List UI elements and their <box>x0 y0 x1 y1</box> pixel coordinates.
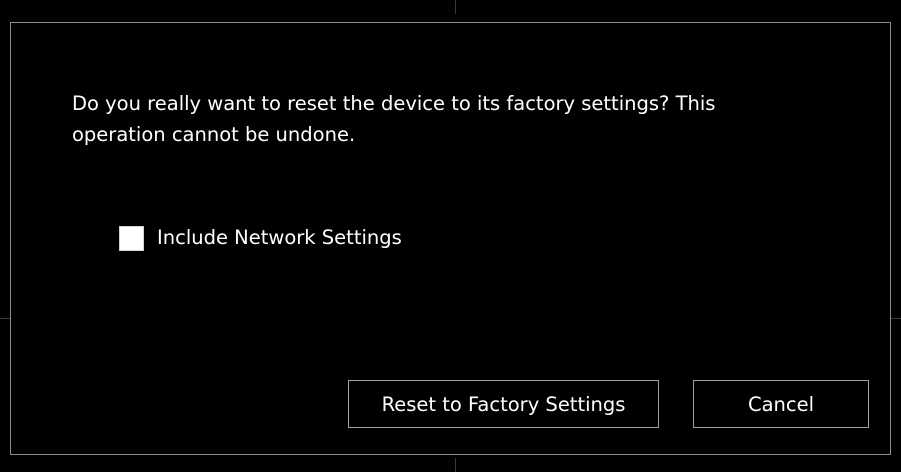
confirmation-message: Do you really want to reset the device t… <box>72 92 716 146</box>
screen: Do you really want to reset the device t… <box>0 0 901 472</box>
reset-to-factory-settings-button[interactable]: Reset to Factory Settings <box>348 380 659 428</box>
background-grid-tick <box>455 0 456 14</box>
include-network-settings-label[interactable]: Include Network Settings <box>157 224 402 252</box>
include-network-settings-option[interactable]: Include Network Settings <box>119 224 402 252</box>
include-network-settings-checkbox[interactable] <box>119 225 144 251</box>
cancel-button[interactable]: Cancel <box>693 380 869 428</box>
background-grid-tick <box>455 458 456 472</box>
factory-reset-dialog: Do you really want to reset the device t… <box>10 22 891 455</box>
background-grid-tick <box>891 318 901 319</box>
